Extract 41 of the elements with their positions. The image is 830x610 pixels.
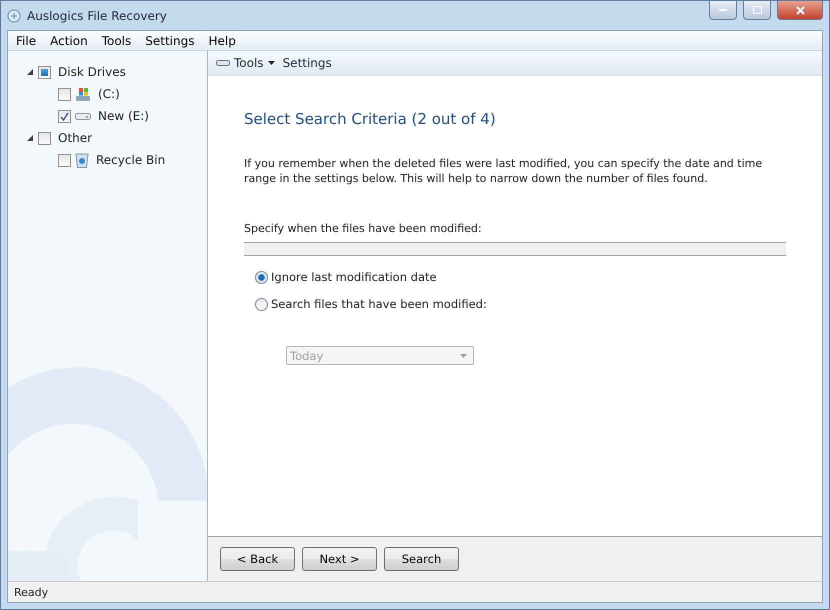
wizard-button[interactable]: Next > [302,547,377,571]
checkbox[interactable] [58,88,71,100]
close-button[interactable] [777,1,823,20]
wizard-button[interactable]: Search [384,547,459,571]
windows-drive-icon [75,86,91,102]
menu-item[interactable]: Settings [145,34,194,48]
menu-item[interactable]: Help [208,34,236,48]
expand-arrow-icon[interactable] [26,68,34,76]
tree-item[interactable]: Disk Drives [58,65,126,79]
checkbox[interactable] [58,110,71,122]
maximize-button[interactable] [743,1,771,20]
tree-item[interactable]: Recycle Bin [96,153,166,167]
recycle-bin-icon [75,152,89,168]
maximize-icon [752,6,762,14]
settings-button[interactable]: Settings [282,56,332,70]
radio-option[interactable]: Search files that have been modified: [255,297,786,311]
expand-arrow-icon[interactable] [26,134,34,142]
drive-icon [216,59,230,67]
menu-item[interactable]: Action [50,34,88,48]
drive-icon [75,111,91,121]
description-text: If you remember when the deleted files were last modified, you can specify the date and time range in the settings below. This will help to narrow down the number of files found. [244,156,764,186]
minimize-button[interactable] [709,1,737,20]
checkbox[interactable] [58,154,71,166]
tools-menu-button[interactable]: Tools [216,56,275,70]
status-text: Ready [14,586,48,598]
tree-item[interactable]: New (E:) [98,109,149,123]
wizard-button[interactable]: < Back [220,547,295,571]
checkbox[interactable] [38,132,51,144]
radio-option[interactable]: Ignore last modification date [255,270,786,284]
menu-item[interactable]: File [16,34,36,48]
caret-icon [460,354,467,358]
tree-item[interactable]: (C:) [98,87,120,101]
checkbox[interactable] [38,66,51,78]
tree-item[interactable]: Other [58,131,92,145]
minimize-icon [719,8,727,12]
caret-icon [268,61,275,65]
app-icon [7,8,21,22]
window-title: Auslogics File Recovery [27,8,167,22]
page-heading: Select Search Criteria (2 out of 4) [244,110,497,128]
menu-item[interactable]: Tools [102,34,132,48]
close-icon [796,6,804,14]
